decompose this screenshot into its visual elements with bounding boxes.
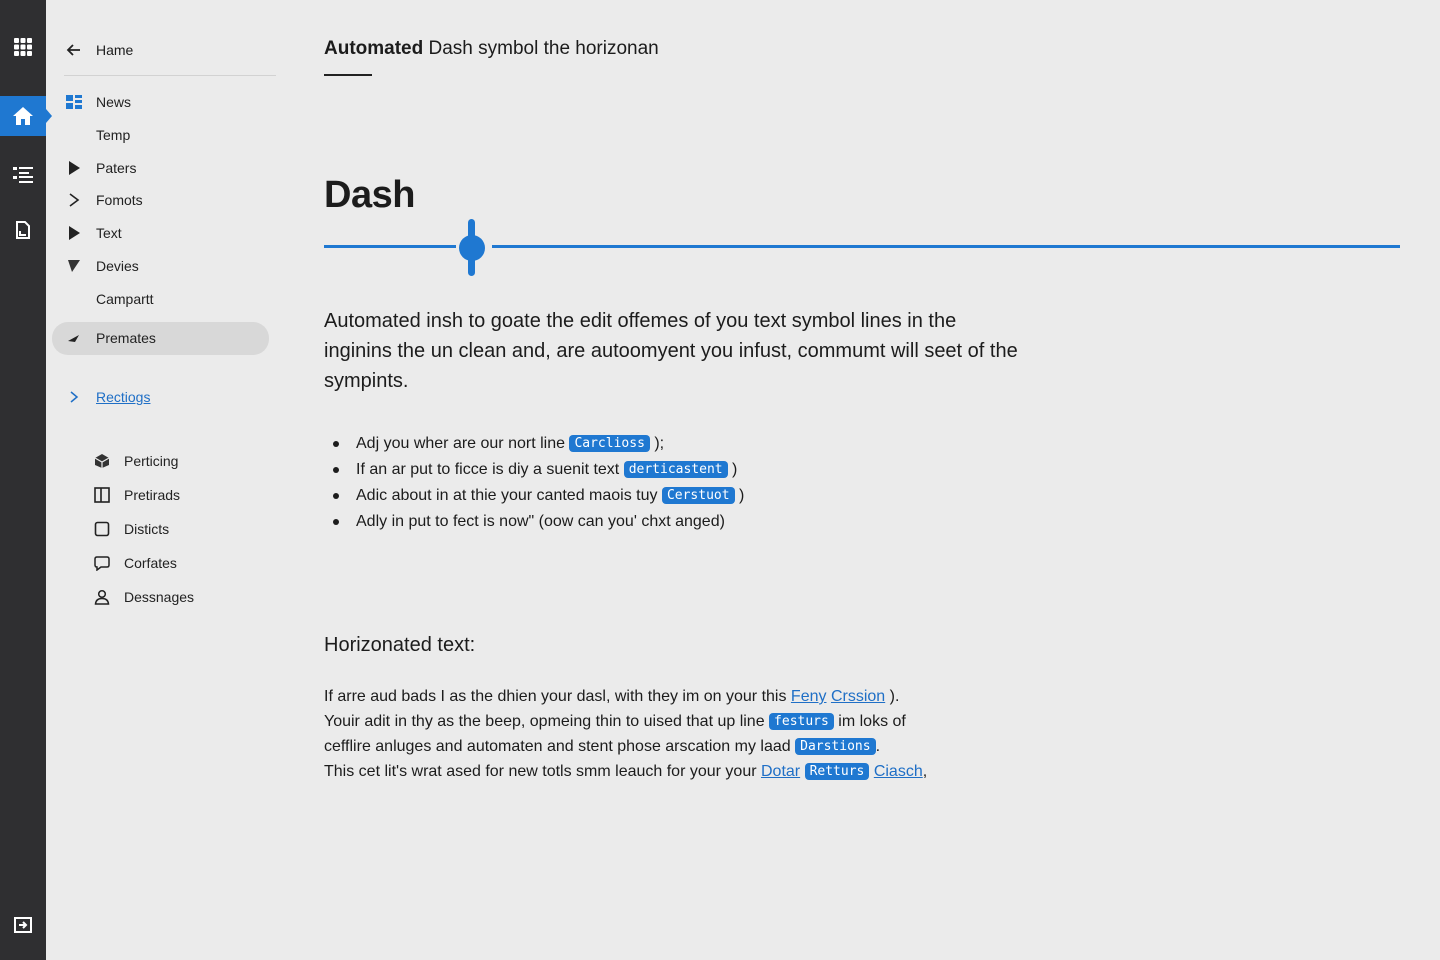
sidebar-item-label: Pretirads (124, 487, 181, 503)
sidebar-item-label: Premates (96, 330, 156, 346)
sidebar-item-text[interactable]: Text (66, 222, 122, 244)
main-content: Automated Dash symbol the horizonan Dash… (324, 0, 1404, 960)
paragraph-line: Youir adit in thy as the beep, opmeing t… (324, 709, 927, 734)
sidebar-nav: Hame News Temp Paters Fomots Text Devies… (46, 0, 286, 960)
page-title: Automated Dash symbol the horizonan (324, 38, 659, 60)
document-icon[interactable] (0, 210, 46, 250)
paragraph-text: im loks of (833, 713, 906, 730)
sidebar-item-label: Dessnages (124, 589, 195, 605)
sidebar-item-news[interactable]: News (66, 91, 131, 113)
subsection-heading: Horizonated text: (324, 634, 476, 656)
bullet-suffix: ); (649, 435, 665, 452)
square-split-icon (94, 487, 110, 503)
title-underline (324, 74, 372, 76)
back-home-link[interactable]: Hame (66, 38, 133, 62)
sidebar-item-devies[interactable]: Devies (66, 255, 139, 277)
section-heading-dash: Dash (324, 174, 415, 216)
paragraph-line: If arre aud bads I as the dhien your das… (324, 684, 927, 709)
sidebar-subitem-pretirads[interactable]: Pretirads (94, 484, 180, 506)
paragraph-text: cefflire anluges and automaten and stent… (324, 738, 796, 755)
bullet-text: Adic about in at thie your canted maois … (356, 487, 662, 504)
bullet-text: Adj you wher are our nort line (356, 435, 570, 452)
sidebar-section-rectiogs[interactable]: Rectiogs (66, 386, 150, 408)
list-item: If an ar put to ficce is diy a suenit te… (324, 458, 744, 484)
intro-paragraph: Automated insh to goate the edit offemes… (324, 310, 1018, 392)
paragraph-text: If arre aud bads I as the dhien your das… (324, 688, 791, 705)
arrow-left-icon (66, 44, 80, 56)
play-filled-icon (66, 160, 82, 176)
sidebar-item-label: Disticts (124, 521, 170, 537)
sidebar-item-label: Corfates (124, 555, 177, 571)
inline-link[interactable]: Crssion (831, 688, 885, 705)
paragraph-text: . (875, 738, 881, 755)
sidebar-item-label: Perticing (124, 453, 179, 469)
code-tag[interactable]: Retturs (804, 763, 870, 780)
sidebar-subitem-disticts[interactable]: Disticts (94, 518, 169, 540)
sidebar-subitem-corfates[interactable]: Corfates (94, 552, 177, 574)
code-tag[interactable]: derticastent (623, 461, 728, 478)
sidebar-subitem-perticing[interactable]: Perticing (94, 450, 178, 472)
play-filled-icon (66, 225, 82, 241)
sidebar-item-temp[interactable]: Temp (96, 124, 130, 146)
home-icon[interactable] (0, 96, 52, 136)
sidebar-item-label: Text (96, 225, 122, 241)
icon-rail (0, 0, 52, 960)
paragraph-line: This cet lit's wrat ased for new totls s… (324, 759, 927, 784)
apps-grid-icon[interactable] (0, 27, 46, 67)
horizonated-paragraph: If arre aud bads I as the dhien your das… (324, 684, 927, 784)
list-item: Adj you wher are our nort line Carclioss… (324, 432, 744, 458)
chat-icon (94, 555, 110, 571)
page-title-rest: Dash symbol the horizonan (423, 38, 659, 59)
code-tag[interactable]: Darstions (795, 738, 876, 755)
sidebar-item-campartt[interactable]: Campartt (96, 288, 154, 310)
news-icon (66, 94, 82, 110)
code-tag[interactable]: festurs (769, 713, 834, 730)
exit-icon[interactable] (0, 905, 46, 945)
user-icon (94, 589, 110, 605)
list-item: Adic about in at thie your canted maois … (324, 484, 744, 510)
bullet-suffix: ) (727, 461, 738, 478)
paragraph-text: Youir adit in thy as the beep, opmeing t… (324, 713, 770, 730)
square-icon (94, 521, 110, 537)
bullet-suffix: ) (734, 487, 745, 504)
bullet-list: Adj you wher are our nort line Carclioss… (324, 432, 744, 536)
inline-link[interactable]: Feny (791, 688, 827, 705)
sidebar-divider (64, 75, 276, 76)
sidebar-item-label: Fomots (96, 192, 143, 208)
sidebar-item-label: News (96, 94, 132, 110)
inline-link[interactable]: Ciasch (874, 763, 923, 780)
sidebar-item-premates[interactable]: Premates (66, 327, 156, 349)
bullet-text: Adly in put to fect is now" (oow can you… (356, 513, 725, 530)
sidebar-subitem-dessnages[interactable]: Dessnages (94, 586, 194, 608)
sidebar-item-label: Campartt (96, 291, 154, 307)
sidebar-item-fomots[interactable]: Fomots (66, 189, 143, 211)
paragraph-line: cefflire anluges and automaten and stent… (324, 734, 927, 759)
sidebar-item-label: Temp (96, 127, 131, 143)
page-title-bold: Automated (324, 38, 424, 59)
sidebar-item-paters[interactable]: Paters (66, 157, 136, 179)
slider-thumb-knob[interactable] (459, 235, 485, 261)
list-item: Adly in put to fect is now" (oow can you… (324, 510, 744, 536)
sidebar-section-label: Rectiogs (96, 389, 151, 405)
paragraph-text: This cet lit's wrat ased for new totls s… (324, 763, 761, 780)
paragraph-text: , (922, 763, 928, 780)
chevron-right-icon (66, 192, 82, 208)
package-icon (94, 453, 110, 469)
back-home-label: Hame (96, 42, 134, 58)
code-tag[interactable]: Cerstuot (661, 487, 735, 504)
paragraph-text: ). (885, 688, 900, 705)
inline-link[interactable]: Dotar (761, 763, 800, 780)
code-tag[interactable]: Carclioss (569, 435, 650, 452)
triangle-down-icon (66, 258, 82, 274)
sidebar-item-label: Devies (96, 258, 139, 274)
bullet-text: If an ar put to ficce is diy a suenit te… (356, 461, 624, 478)
list-icon[interactable] (0, 155, 46, 195)
triangle-icon (66, 330, 82, 346)
chevron-right-icon (66, 389, 82, 405)
sidebar-item-label: Paters (96, 160, 137, 176)
